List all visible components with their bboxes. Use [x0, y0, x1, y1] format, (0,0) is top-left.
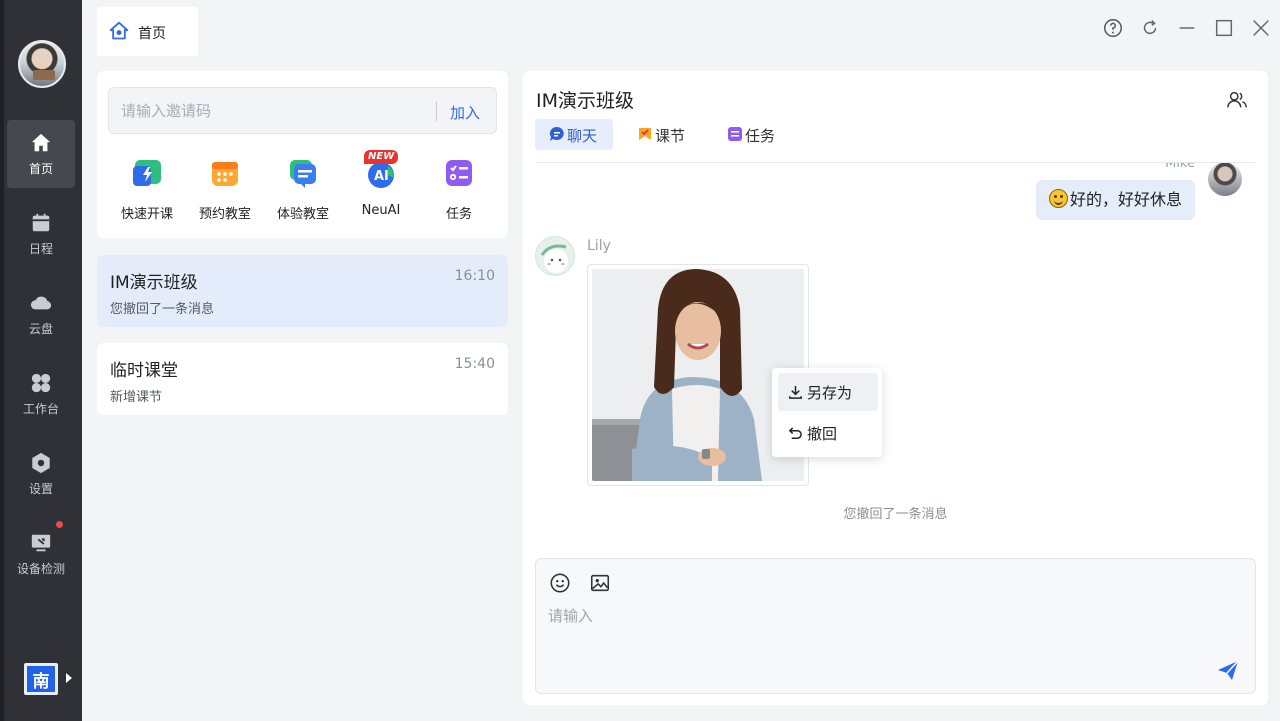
tab-lessons[interactable]: 课节 [623, 119, 701, 150]
tab-label: 聊天 [567, 127, 598, 145]
conversation-preview: 新增课节 [110, 390, 163, 405]
message-text: 好的，好好休息 [1069, 190, 1182, 209]
conversation-item-temp-class[interactable]: 临时课堂 15:40 新增课节 [97, 343, 508, 415]
quick-action-label: 体验教室 [276, 207, 329, 222]
minimize-icon[interactable] [1176, 17, 1198, 39]
save-as-menu-item[interactable]: 另存为 [778, 373, 878, 411]
maximize-icon[interactable] [1213, 17, 1235, 39]
conversation-item-im-demo[interactable]: IM演示班级 16:10 您撤回了一条消息 [97, 255, 508, 327]
sidebar-item-label: 设备检测 [16, 562, 65, 576]
menu-item-label: 另存为 [807, 384, 853, 402]
workbench-icon [31, 373, 51, 393]
tab-label: 任务 [745, 127, 776, 145]
sender-name: Lily [587, 238, 611, 254]
conversation-title: IM演示班级 [110, 273, 198, 293]
sidebar-item-label: 设置 [28, 482, 53, 496]
help-icon[interactable] [1102, 17, 1124, 39]
avatar[interactable] [1208, 163, 1242, 196]
conversation-preview: 您撤回了一条消息 [110, 302, 215, 317]
conversation-time: 16:10 [454, 268, 495, 284]
quick-action-label: 快速开课 [120, 207, 173, 222]
sidebar-item-home[interactable]: 首页 [7, 120, 75, 188]
recall-notice: 您撤回了一条消息 [843, 507, 948, 522]
chat-panel: IM演示班级 聊天 课节 任务 Mike 好的，好好休息 Lily 您撤回了一条… [523, 71, 1268, 705]
refresh-icon[interactable] [1139, 17, 1161, 39]
task-button[interactable]: 任务 [423, 156, 495, 222]
invite-box: 加入 [108, 87, 497, 134]
undo-icon [788, 427, 802, 439]
tab-label: 课节 [655, 127, 686, 145]
recall-menu-item[interactable]: 撤回 [778, 414, 878, 452]
sidebar-item-label: 云盘 [28, 322, 53, 336]
sidebar-item-schedule[interactable]: 日程 [7, 200, 75, 268]
emoji-icon[interactable] [549, 572, 571, 594]
task-icon [728, 127, 742, 141]
join-button[interactable]: 加入 [450, 102, 480, 123]
chat-title: IM演示班级 [536, 90, 634, 112]
quick-class-button[interactable]: 快速开课 [111, 156, 183, 222]
lesson-icon [639, 128, 651, 140]
image-icon[interactable] [589, 572, 611, 594]
menu-item-label: 撤回 [807, 425, 838, 443]
reserve-classroom-icon [212, 162, 238, 186]
reserve-classroom-button[interactable]: 预约教室 [189, 156, 261, 222]
send-icon[interactable] [1216, 659, 1240, 683]
context-menu: 另存为 撤回 [772, 368, 882, 457]
divider [436, 101, 437, 121]
tab-home[interactable]: 首页 [97, 7, 198, 56]
calendar-icon [32, 213, 50, 232]
neuai-button[interactable]: AI NEW NeuAI [345, 150, 417, 218]
sidebar-item-workbench[interactable]: 工作台 [7, 360, 75, 428]
sidebar-item-settings[interactable]: 设置 [7, 440, 75, 508]
cloud-icon [30, 296, 52, 310]
smile-emoji-icon [1048, 189, 1068, 208]
expand-arrow-icon[interactable] [66, 673, 72, 683]
svg-text:AI: AI [374, 169, 389, 184]
home-icon [31, 133, 51, 152]
chat-icon [549, 126, 564, 141]
home-tab-icon [109, 21, 129, 40]
trial-classroom-button[interactable]: 体验教室 [267, 156, 339, 222]
message-input[interactable] [548, 605, 1188, 675]
message-list[interactable]: Mike 好的，好好休息 Lily 您撤回了一条消息 [523, 163, 1268, 553]
sidebar-item-label: 首页 [28, 162, 53, 176]
lily-avatar-icon [540, 244, 568, 273]
sidebar-edge [0, 0, 4, 721]
tab-chat[interactable]: 聊天 [535, 119, 613, 150]
task-icon [446, 160, 472, 186]
message-bubble-outgoing[interactable]: 好的，好好休息 [1035, 180, 1195, 220]
quick-action-label: 预约教室 [198, 207, 251, 222]
members-icon[interactable] [1226, 89, 1248, 111]
message-composer [535, 558, 1256, 694]
tab-tasks[interactable]: 任务 [713, 119, 791, 150]
quick-action-label: 任务 [445, 207, 472, 222]
quick-class-icon [133, 160, 161, 186]
quick-panel: 加入 快速开课 预约教室 体验教室 AI NEW NeuAI 任务 [97, 71, 508, 238]
notification-dot [56, 521, 63, 528]
conversation-title: 临时课堂 [110, 361, 178, 381]
sidebar-item-cloud[interactable]: 云盘 [7, 280, 75, 348]
new-badge: NEW [364, 150, 399, 164]
sidebar-item-device-check[interactable]: 设备检测 [7, 520, 75, 588]
quick-action-label: NeuAI [361, 203, 401, 218]
download-icon [789, 385, 802, 399]
sidebar: 首页 日程 云盘 工作台 设置 设备检测 南 [0, 0, 82, 721]
avatar[interactable] [535, 236, 575, 276]
device-check-icon [31, 534, 51, 552]
tab-label: 首页 [138, 26, 166, 42]
user-avatar[interactable] [18, 40, 66, 88]
org-badge[interactable]: 南 [24, 663, 58, 695]
trial-classroom-icon [290, 160, 316, 188]
invite-code-input[interactable] [121, 100, 421, 122]
sidebar-item-label: 工作台 [22, 402, 59, 416]
close-icon[interactable] [1250, 17, 1272, 39]
settings-icon [32, 452, 50, 474]
sender-name: Mike [1165, 163, 1195, 171]
conversation-time: 15:40 [454, 356, 495, 372]
top-bar: 首页 [82, 0, 1280, 56]
sidebar-item-label: 日程 [28, 242, 53, 256]
